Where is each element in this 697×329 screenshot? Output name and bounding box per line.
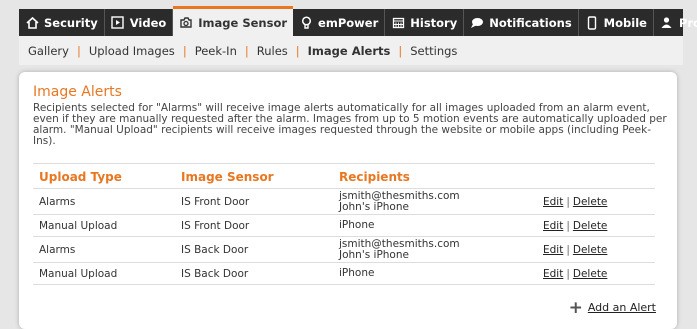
delete-link[interactable]: Delete bbox=[573, 196, 608, 208]
table-row: Alarms IS Back Door jsmith@thesmiths.com… bbox=[33, 236, 655, 263]
recipient-email: jsmith@thesmiths.com bbox=[339, 189, 460, 202]
header-recipients: Recipients bbox=[333, 163, 537, 189]
cell-upload-type: Manual Upload bbox=[33, 214, 175, 237]
recipient-device: John's iPhone bbox=[339, 248, 409, 261]
bulb-icon bbox=[299, 15, 313, 30]
add-alert-link[interactable]: Add an Alert bbox=[588, 301, 656, 314]
camera-icon bbox=[179, 16, 193, 30]
cell-actions: Edit | Delete bbox=[537, 188, 655, 215]
header-actions bbox=[537, 163, 655, 189]
play-icon bbox=[111, 16, 125, 30]
page-description: Recipients selected for "Alarms" will re… bbox=[33, 102, 667, 147]
table-row: Manual Upload IS Back Door iPhone Edit | D… bbox=[33, 262, 655, 285]
tab-label: emPower bbox=[318, 15, 379, 30]
tab-empower[interactable]: emPower bbox=[293, 9, 386, 36]
tab-label: Security bbox=[44, 15, 98, 30]
header-image-sensor: Image Sensor bbox=[175, 163, 333, 189]
cell-actions: Edit | Delete bbox=[537, 214, 655, 237]
cell-upload-type: Alarms bbox=[33, 236, 175, 263]
cell-image-sensor: IS Front Door bbox=[175, 214, 333, 237]
cell-actions: Edit | Delete bbox=[537, 262, 655, 285]
tab-notifications[interactable]: Notifications bbox=[464, 9, 579, 36]
chat-bubble-icon bbox=[470, 16, 484, 30]
sub-nav: Gallery | Upload Images | Peek-In | Rule… bbox=[19, 36, 683, 65]
recipient-email: jsmith@thesmiths.com bbox=[339, 237, 460, 250]
calendar-icon bbox=[391, 16, 405, 30]
image-alerts-panel: Image Alerts Recipients selected for "Al… bbox=[19, 72, 677, 329]
tab-video[interactable]: Video bbox=[105, 9, 174, 36]
delete-link[interactable]: Delete bbox=[573, 244, 608, 256]
edit-link[interactable]: Edit bbox=[543, 196, 563, 208]
cell-upload-type: Alarms bbox=[33, 188, 175, 215]
cell-recipients: jsmith@thesmiths.com John's iPhone bbox=[333, 188, 537, 215]
person-icon bbox=[660, 16, 674, 30]
cell-recipients: iPhone bbox=[333, 214, 537, 237]
tab-mobile[interactable]: Mobile bbox=[579, 9, 654, 36]
cell-recipients: iPhone bbox=[333, 262, 537, 285]
delete-link[interactable]: Delete bbox=[573, 220, 608, 232]
tab-label: Video bbox=[129, 15, 167, 30]
home-icon bbox=[25, 16, 39, 30]
recipient-device: John's iPhone bbox=[339, 200, 409, 213]
table-row: Alarms IS Front Door jsmith@thesmiths.co… bbox=[33, 188, 655, 215]
tab-label: Notifications bbox=[489, 15, 572, 30]
tab-profile[interactable]: Profile bbox=[654, 9, 697, 36]
cell-image-sensor: IS Back Door bbox=[175, 236, 333, 263]
recipient-device: iPhone bbox=[339, 267, 375, 279]
tab-label: Profile bbox=[678, 15, 697, 30]
tab-history[interactable]: History bbox=[385, 9, 465, 36]
add-alert[interactable]: + Add an Alert bbox=[568, 297, 656, 318]
plus-icon: + bbox=[568, 297, 583, 318]
subnav-image-alerts[interactable]: Image Alerts bbox=[308, 44, 391, 58]
tab-image-sensor[interactable]: Image Sensor bbox=[173, 6, 294, 36]
delete-link[interactable]: Delete bbox=[573, 268, 608, 280]
subnav-peek-in[interactable]: Peek-In bbox=[195, 44, 237, 58]
tab-security[interactable]: Security bbox=[19, 9, 105, 36]
recipient-device: iPhone bbox=[339, 219, 375, 231]
cell-upload-type: Manual Upload bbox=[33, 262, 175, 285]
alerts-table: Upload Type Image Sensor Recipients Alar… bbox=[33, 163, 655, 285]
tab-label: Mobile bbox=[603, 15, 647, 30]
tab-label: History bbox=[410, 15, 458, 30]
edit-link[interactable]: Edit bbox=[543, 244, 563, 256]
subnav-upload-images[interactable]: Upload Images bbox=[89, 44, 175, 58]
subnav-settings[interactable]: Settings bbox=[410, 44, 457, 58]
page-title: Image Alerts bbox=[33, 84, 122, 100]
top-nav-bar: Security Video Image Sensor emPower Hist… bbox=[19, 6, 697, 36]
header-upload-type: Upload Type bbox=[33, 163, 175, 189]
table-row: Manual Upload IS Front Door iPhone Edit |… bbox=[33, 214, 655, 237]
table-header-row: Upload Type Image Sensor Recipients bbox=[33, 163, 655, 189]
edit-link[interactable]: Edit bbox=[543, 268, 563, 280]
cell-image-sensor: IS Front Door bbox=[175, 188, 333, 215]
subnav-rules[interactable]: Rules bbox=[257, 44, 288, 58]
cell-recipients: jsmith@thesmiths.com John's iPhone bbox=[333, 236, 537, 263]
cell-image-sensor: IS Back Door bbox=[175, 262, 333, 285]
tab-label: Image Sensor bbox=[198, 15, 288, 30]
edit-link[interactable]: Edit bbox=[543, 220, 563, 232]
phone-icon bbox=[585, 15, 599, 30]
subnav-gallery[interactable]: Gallery bbox=[28, 44, 69, 58]
cell-actions: Edit | Delete bbox=[537, 236, 655, 263]
